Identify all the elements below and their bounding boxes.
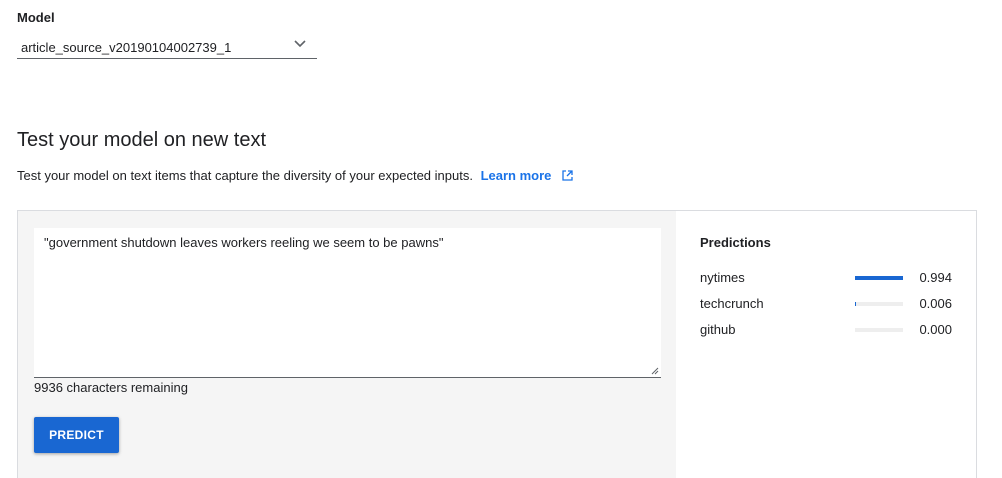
text-input[interactable]: "government shutdown leaves workers reel… <box>34 228 661 378</box>
external-link-icon[interactable] <box>561 169 574 182</box>
section-description: Test your model on text items that captu… <box>17 168 574 183</box>
test-panel: "government shutdown leaves workers reel… <box>17 210 977 478</box>
prediction-label: techcrunch <box>700 296 764 311</box>
prediction-row: github 0.000 <box>700 322 960 338</box>
chars-remaining: 9936 characters remaining <box>34 380 188 395</box>
automl-test-page: Model article_source_v20190104002739_1 T… <box>0 0 1002 478</box>
model-select-value: article_source_v20190104002739_1 <box>21 40 232 55</box>
prediction-bar <box>855 302 903 306</box>
predict-button[interactable]: PREDICT <box>34 417 119 453</box>
prediction-score: 0.006 <box>919 296 952 311</box>
prediction-row: nytimes 0.994 <box>700 270 960 286</box>
section-title: Test your model on new text <box>17 129 267 151</box>
prediction-score: 0.994 <box>919 270 952 285</box>
predictions-panel: Predictions nytimes 0.994 techcrunch 0.0… <box>676 211 976 478</box>
prediction-bar-fill <box>855 276 903 280</box>
model-label: Model <box>17 10 55 25</box>
learn-more-link[interactable]: Learn more <box>481 168 552 183</box>
prediction-bar <box>855 276 903 280</box>
input-area: "government shutdown leaves workers reel… <box>18 211 676 478</box>
resize-grip-icon[interactable] <box>651 367 659 375</box>
text-input-value: "government shutdown leaves workers reel… <box>44 235 444 250</box>
prediction-label: nytimes <box>700 270 745 285</box>
predictions-title: Predictions <box>700 235 771 250</box>
prediction-score: 0.000 <box>919 322 952 337</box>
section-description-text: Test your model on text items that captu… <box>17 168 473 183</box>
chevron-down-icon <box>294 40 306 48</box>
prediction-label: github <box>700 322 736 337</box>
prediction-row: techcrunch 0.006 <box>700 296 960 312</box>
model-select[interactable]: article_source_v20190104002739_1 <box>17 35 317 59</box>
prediction-bar <box>855 328 903 332</box>
